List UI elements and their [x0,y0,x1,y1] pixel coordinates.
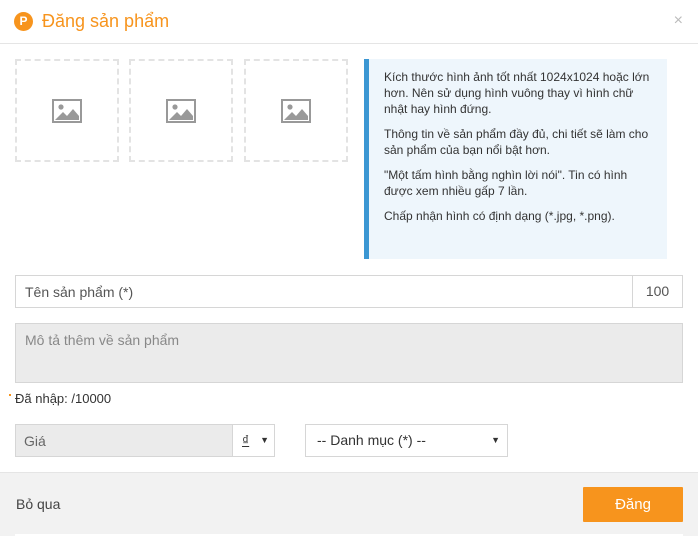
entered-count-text: Đã nhập: /10000 [15,391,112,406]
tip-text: Kích thước hình ảnh tốt nhất 1024x1024 h… [384,70,650,116]
image-upload-slot-3[interactable] [244,59,348,162]
product-name-input[interactable] [16,276,634,307]
indicator-dot [9,394,11,396]
dialog-header: P Đăng sản phẩm × [0,0,698,44]
tip-text: "Một tấm hình bằng nghìn lời nói". Tin c… [384,168,628,198]
image-placeholder-icon [166,98,196,123]
post-product-dialog: P Đăng sản phẩm × Kích thước hình ảnh tố… [0,0,698,536]
description-char-count: Đã nhập: /10000 [9,391,112,406]
image-placeholder-icon [52,98,82,123]
tip-text: Thông tin về sản phẩm đầy đủ, chi tiết s… [384,127,649,157]
skip-button[interactable]: Bỏ qua [16,496,60,512]
name-char-counter: 100 [632,276,682,307]
currency-select[interactable]: ₫ ▼ [232,425,274,456]
price-group: ₫ ▼ [15,424,275,457]
price-input[interactable] [16,425,234,456]
category-select[interactable]: -- Danh mục (*) -- ▼ [305,424,508,457]
category-selected-label: -- Danh mục (*) -- [317,432,426,448]
dialog-title: Đăng sản phẩm [42,11,170,31]
tip-text: Chấp nhận hình có định dạng (*.jpg, *.pn… [384,209,615,223]
image-upload-slot-1[interactable] [15,59,119,162]
logo-icon: P [14,12,33,31]
close-icon[interactable]: × [674,13,683,29]
image-upload-slot-2[interactable] [129,59,233,162]
currency-symbol: ₫ [242,432,250,448]
product-name-group: 100 [15,275,683,308]
image-tips-box: Kích thước hình ảnh tốt nhất 1024x1024 h… [364,59,667,259]
description-textarea[interactable] [15,323,683,383]
submit-button[interactable]: Đăng [583,487,683,522]
dialog-footer: Bỏ qua Đăng [0,472,698,536]
image-placeholder-icon [281,98,311,123]
caret-down-icon: ▼ [491,435,500,445]
caret-down-icon: ▼ [260,435,269,445]
